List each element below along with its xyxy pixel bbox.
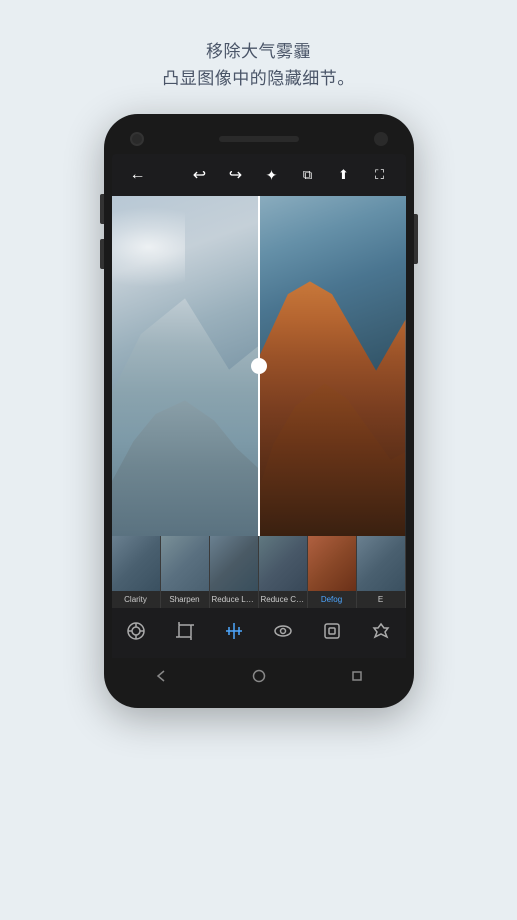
power-button	[414, 214, 418, 264]
crop-tool-button[interactable]	[175, 621, 195, 646]
thumb-reduce-color-label: Reduce Colo..	[259, 595, 307, 604]
bottom-toolbar	[112, 608, 406, 658]
redo-button[interactable]: ↪	[224, 165, 248, 185]
toolbar-right-icons: ↩ ↪ ✦ ⧉ ⬆ ⛶	[188, 165, 392, 185]
auto-button[interactable]: ✦	[260, 167, 284, 184]
split-handle[interactable]	[251, 358, 267, 374]
thumb-e-preview	[357, 536, 405, 591]
back-button[interactable]: ←	[126, 166, 150, 184]
thumb-sharpen[interactable]: Sharpen	[161, 536, 210, 608]
thumb-reduce-color-preview	[259, 536, 307, 591]
snow-effect	[112, 196, 186, 366]
phone-mockup: ← ↩ ↪ ✦ ⧉ ⬆ ⛶ Clarity	[104, 114, 414, 708]
presets-tool-button[interactable]	[126, 621, 146, 646]
proximity-sensor	[374, 132, 388, 146]
app-toolbar: ← ↩ ↪ ✦ ⧉ ⬆ ⛶	[112, 154, 406, 196]
image-before	[112, 196, 259, 536]
thumb-defog[interactable]: Defog	[308, 536, 357, 608]
share-button[interactable]: ⬆	[332, 167, 356, 183]
thumb-reduce-lumi[interactable]: Reduce Lumi..	[210, 536, 259, 608]
thumb-clarity-preview	[112, 536, 160, 591]
nav-recent-button[interactable]	[348, 667, 366, 685]
thumb-reduce-color[interactable]: Reduce Colo..	[259, 536, 308, 608]
thumb-defog-preview	[308, 536, 356, 591]
front-camera	[130, 132, 144, 146]
selective-button[interactable]	[322, 621, 342, 646]
volume-down-button	[100, 239, 104, 269]
fullscreen-button[interactable]: ⛶	[368, 167, 392, 183]
earpiece-speaker	[219, 136, 299, 142]
filter-thumbnail-strip[interactable]: Clarity Sharpen Reduce Lumi.. Reduce Col…	[112, 536, 406, 608]
header-line1: 移除大气雾霾	[0, 38, 517, 65]
detail-tool-button[interactable]	[224, 621, 244, 646]
healing-button[interactable]	[371, 621, 391, 646]
thumb-sharpen-preview	[161, 536, 209, 591]
image-comparison-area[interactable]	[112, 196, 406, 536]
image-after	[259, 196, 406, 536]
nav-home-button[interactable]	[250, 667, 268, 685]
thumb-reduce-lumi-preview	[210, 536, 258, 591]
nav-back-button[interactable]	[152, 667, 170, 685]
header-section: 移除大气雾霾 凸显图像中的隐藏细节。	[0, 0, 517, 114]
compare-button[interactable]: ⧉	[296, 167, 320, 183]
thumb-e-label: E	[357, 595, 405, 604]
thumb-reduce-lumi-label: Reduce Lumi..	[210, 595, 258, 604]
thumb-sharpen-label: Sharpen	[161, 595, 209, 604]
thumb-clarity-label: Clarity	[112, 595, 160, 604]
volume-up-button	[100, 194, 104, 224]
thumb-clarity[interactable]: Clarity	[112, 536, 161, 608]
view-button[interactable]	[273, 621, 293, 646]
android-nav-bar	[112, 658, 406, 694]
undo-button[interactable]: ↩	[188, 165, 212, 185]
thumb-defog-label: Defog	[308, 595, 356, 604]
phone-top-bar	[112, 128, 406, 154]
thumb-e[interactable]: E	[357, 536, 406, 608]
split-divider[interactable]	[258, 196, 260, 536]
phone-screen: ← ↩ ↪ ✦ ⧉ ⬆ ⛶ Clarity	[112, 154, 406, 694]
header-line2: 凸显图像中的隐藏细节。	[0, 65, 517, 92]
